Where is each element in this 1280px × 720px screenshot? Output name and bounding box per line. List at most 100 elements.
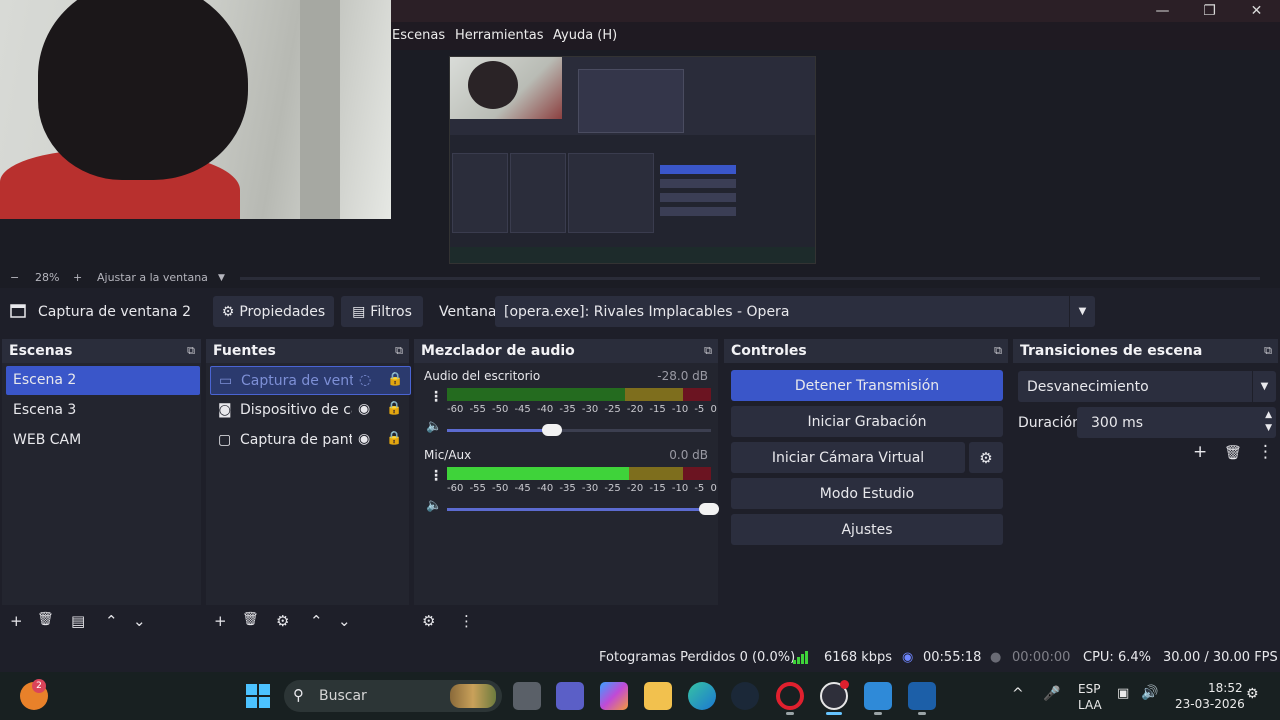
zoom-in-button[interactable]: + bbox=[73, 271, 82, 284]
running-indicator bbox=[786, 712, 794, 715]
move-scene-up-button[interactable]: ⌃ bbox=[105, 612, 118, 630]
float-dock-icon[interactable]: ⧉ bbox=[704, 344, 712, 358]
eye-hidden-icon[interactable]: ◌ bbox=[359, 372, 371, 388]
move-source-down-button[interactable]: ⌄ bbox=[338, 612, 351, 630]
spin-down-icon[interactable]: ▼ bbox=[1265, 422, 1272, 435]
tray-chevron-icon[interactable]: ^ bbox=[1012, 686, 1024, 702]
clock-date[interactable]: 23-03-2026 bbox=[1175, 697, 1245, 711]
speaker-icon[interactable]: 🔈 bbox=[426, 419, 442, 434]
virtual-camera-settings-button[interactable]: ⚙ bbox=[969, 442, 1003, 473]
float-dock-icon[interactable]: ⧉ bbox=[994, 344, 1002, 358]
channel-menu-icon[interactable]: ⋮ bbox=[429, 389, 443, 405]
eye-icon[interactable]: ◉ bbox=[358, 401, 370, 417]
language-bottom[interactable]: LAA bbox=[1078, 698, 1102, 712]
float-dock-icon[interactable]: ⧉ bbox=[395, 344, 403, 358]
duration-value: 300 ms bbox=[1091, 415, 1144, 431]
volume-slider-handle[interactable] bbox=[699, 503, 719, 515]
volume-slider-handle[interactable] bbox=[542, 424, 562, 436]
menu-escenas[interactable]: Escenas bbox=[392, 28, 445, 43]
source-item-window-capture[interactable]: ▭ Captura de ventana 2 ◌ 🔒 bbox=[210, 366, 411, 395]
source-item-video-capture[interactable]: ◙ Dispositivo de captura de video ◉ 🔒 bbox=[210, 396, 411, 425]
task-view-icon[interactable] bbox=[513, 682, 541, 710]
chevron-down-icon[interactable]: ▼ bbox=[218, 273, 225, 283]
microphone-icon[interactable]: 🎤 bbox=[1043, 686, 1060, 702]
window-select[interactable]: [opera.exe]: Rivales Implacables - Opera… bbox=[495, 296, 1095, 327]
add-transition-button[interactable]: + bbox=[1193, 442, 1207, 462]
maximize-button[interactable]: ❐ bbox=[1186, 0, 1233, 22]
speaker-icon[interactable]: 🔈 bbox=[426, 498, 442, 513]
source-item-screen-capture[interactable]: ▢ Captura de pantalla ◉ 🔒 bbox=[210, 426, 411, 455]
lock-icon[interactable]: 🔒 bbox=[386, 431, 402, 446]
steam-icon[interactable] bbox=[731, 682, 759, 710]
lock-icon[interactable]: 🔒 bbox=[386, 401, 402, 416]
move-scene-down-button[interactable]: ⌄ bbox=[133, 612, 146, 630]
chevron-down-icon[interactable]: ▼ bbox=[1069, 296, 1095, 327]
float-dock-icon[interactable]: ⧉ bbox=[187, 344, 195, 358]
source-toolbar: Captura de ventana 2 ⚙ Propiedades ▤ Fil… bbox=[0, 294, 1280, 330]
windows-start-icon[interactable] bbox=[244, 682, 272, 710]
source-properties-button[interactable]: ⚙ bbox=[276, 612, 289, 630]
add-scene-button[interactable]: + bbox=[10, 612, 23, 630]
edge-icon[interactable] bbox=[688, 682, 716, 710]
copilot-icon[interactable] bbox=[600, 682, 628, 710]
volume-slider[interactable] bbox=[447, 429, 711, 432]
transitions-body: Desvanecimiento ▼ Duración 300 ms ▲ ▼ + … bbox=[1013, 363, 1278, 605]
mixer-dock-title: Mezclador de audio bbox=[421, 343, 575, 359]
transition-select[interactable]: Desvanecimiento ▼ bbox=[1018, 371, 1276, 402]
active-indicator bbox=[826, 712, 842, 715]
remove-scene-button[interactable]: 🗑 bbox=[37, 612, 54, 627]
remove-transition-button[interactable]: 🗑 bbox=[1224, 445, 1242, 461]
volume-slider[interactable] bbox=[447, 508, 711, 511]
transition-select-value: Desvanecimiento bbox=[1027, 379, 1149, 395]
mixer-settings-button[interactable]: ⚙ bbox=[422, 612, 435, 630]
opera-icon[interactable] bbox=[776, 682, 804, 710]
fit-to-window-label[interactable]: Ajustar a la ventana bbox=[97, 271, 208, 284]
move-source-up-button[interactable]: ⌃ bbox=[310, 612, 323, 630]
channel-menu-icon[interactable]: ⋮ bbox=[429, 468, 443, 484]
stop-streaming-button[interactable]: Detener Transmisión bbox=[731, 370, 1003, 401]
float-dock-icon[interactable]: ⧉ bbox=[1264, 344, 1272, 358]
clock-time[interactable]: 18:52 bbox=[1208, 681, 1243, 695]
teams-icon[interactable] bbox=[556, 682, 584, 710]
menu-herramientas[interactable]: Herramientas bbox=[455, 28, 544, 43]
start-recording-button[interactable]: Iniciar Grabación bbox=[731, 406, 1003, 437]
scene-item-escena-3[interactable]: Escena 3 bbox=[6, 396, 200, 425]
program-preview[interactable] bbox=[449, 56, 816, 264]
filters-button[interactable]: ▤ Filtros bbox=[341, 296, 423, 327]
zoom-out-button[interactable]: − bbox=[10, 271, 19, 284]
start-virtual-camera-button[interactable]: Iniciar Cámara Virtual bbox=[731, 442, 965, 473]
shield-icon[interactable] bbox=[908, 682, 936, 710]
horizontal-scrollbar[interactable] bbox=[240, 277, 1260, 280]
eye-icon[interactable]: ◉ bbox=[358, 431, 370, 447]
notifications-icon[interactable]: ⚙ bbox=[1246, 686, 1259, 702]
language-top[interactable]: ESP bbox=[1078, 682, 1100, 696]
remove-source-button[interactable]: 🗑 bbox=[242, 612, 259, 627]
recording-indicator-icon bbox=[840, 680, 849, 689]
minimize-button[interactable]: — bbox=[1139, 0, 1186, 22]
scene-item-web-cam[interactable]: WEB CAM bbox=[6, 426, 200, 455]
volume-icon[interactable]: 🔊 bbox=[1141, 685, 1158, 701]
webcam-wall bbox=[300, 0, 340, 219]
close-button[interactable]: ✕ bbox=[1233, 0, 1280, 22]
chevron-down-icon[interactable]: ▼ bbox=[1252, 371, 1276, 402]
source-item-label: Captura de ventana 2 bbox=[241, 373, 353, 389]
menu-ayuda[interactable]: Ayuda (H) bbox=[553, 28, 617, 43]
file-explorer-icon[interactable] bbox=[644, 682, 672, 710]
window-controls: — ❐ ✕ bbox=[1139, 0, 1280, 22]
properties-button[interactable]: ⚙ Propiedades bbox=[213, 296, 334, 327]
scene-filters-button[interactable]: ▤ bbox=[71, 612, 85, 630]
taskbar-search[interactable]: ⚲ Buscar bbox=[284, 680, 502, 712]
duration-field[interactable]: 300 ms ▲ ▼ bbox=[1077, 407, 1276, 438]
lock-icon[interactable]: 🔒 bbox=[387, 372, 403, 387]
photos-icon[interactable] bbox=[864, 682, 892, 710]
mixer-more-button[interactable]: ⋮ bbox=[459, 612, 474, 630]
studio-mode-button[interactable]: Modo Estudio bbox=[731, 478, 1003, 509]
network-icon[interactable]: ▣ bbox=[1117, 686, 1129, 701]
transitions-dock-header: Transiciones de escena ⧉ bbox=[1013, 339, 1278, 363]
scene-item-escena-2[interactable]: Escena 2 bbox=[6, 366, 200, 395]
spin-up-icon[interactable]: ▲ bbox=[1265, 409, 1272, 422]
add-source-button[interactable]: + bbox=[214, 612, 227, 630]
settings-button[interactable]: Ajustes bbox=[731, 514, 1003, 545]
duration-spinner[interactable]: ▲ ▼ bbox=[1265, 409, 1272, 435]
transition-more-button[interactable]: ⋮ bbox=[1257, 442, 1274, 462]
